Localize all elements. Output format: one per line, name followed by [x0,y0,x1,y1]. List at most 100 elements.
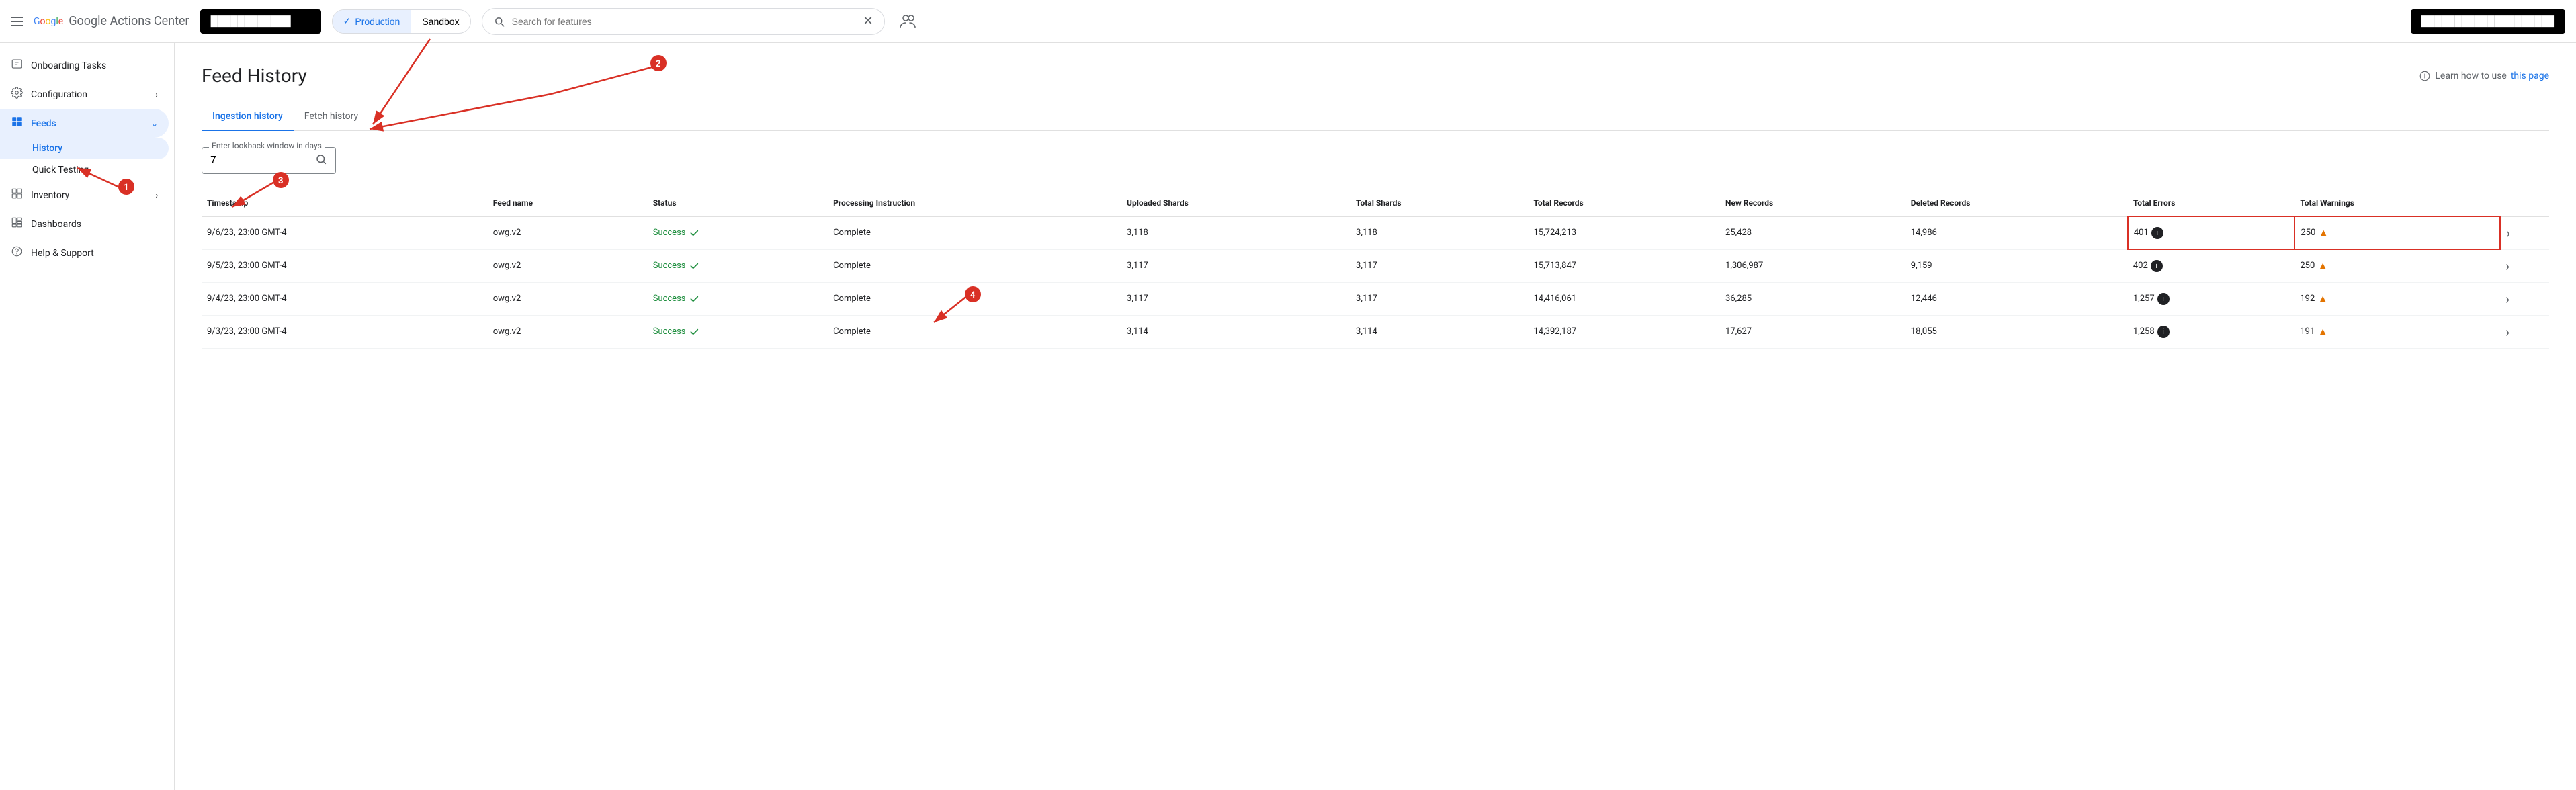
sidebar-section-main: Onboarding Tasks Configuration › Feeds ⌄… [0,48,174,270]
feed-history-table: Timestamp Feed name Status Processing In… [202,190,2549,349]
warning-icon: ▲ [2317,325,2328,339]
lookback-section: Enter lookback window in days [202,147,2549,174]
error-badge: 402 i [2133,260,2163,272]
col-uploaded-shards: Uploaded Shards [1121,190,1350,216]
feeds-label: Feeds [31,118,56,129]
cell-new-records: 25,428 [1720,216,1905,249]
lookback-field: Enter lookback window in days [202,147,336,174]
error-badge: 1,258 i [2133,326,2170,338]
cell-feed-name: owg.v2 [488,249,648,282]
top-nav-right-pill[interactable]: ████████████████████ [2411,9,2565,34]
table-row: 9/3/23, 23:00 GMT-4owg.v2Success Complet… [202,315,2549,348]
table-row: 9/4/23, 23:00 GMT-4owg.v2Success Complet… [202,282,2549,315]
row-nav-arrow[interactable]: › [2506,225,2510,241]
cell-feed-name: owg.v2 [488,315,648,348]
cell-nav[interactable]: › [2500,249,2549,282]
sandbox-btn[interactable]: Sandbox [411,10,470,33]
cell-nav[interactable]: › [2500,216,2549,249]
this-page-link[interactable]: this page [2511,71,2549,81]
table-header-row: Timestamp Feed name Status Processing In… [202,190,2549,216]
cell-total-records: 14,392,187 [1528,315,1720,348]
cell-uploaded-shards: 3,114 [1121,315,1350,348]
col-processing: Processing Instruction [828,190,1121,216]
dashboards-label: Dashboards [31,219,81,230]
cell-status: Success [648,216,828,249]
profile-icon[interactable] [896,9,920,34]
sidebar-item-help[interactable]: Help & Support [0,238,169,267]
project-pill[interactable]: ████████████ [200,9,321,34]
configuration-icon [11,87,23,102]
status-success: Success [653,294,822,304]
warning-icon: ▲ [2318,226,2329,240]
cell-total-warnings: 191 ▲ [2294,315,2500,348]
cell-total-shards: 3,114 [1350,315,1528,348]
cell-processing: Complete [828,216,1121,249]
clear-icon[interactable]: ✕ [863,14,873,28]
main-content: Feed History Learn how to use this page … [175,43,2576,790]
configuration-chevron: › [155,90,158,99]
cell-status: Success [648,315,828,348]
feeds-chevron: ⌄ [151,119,158,128]
cell-total-errors: 1,257 i [2128,282,2295,315]
info-circle-icon [2419,70,2431,82]
search-input[interactable] [512,16,857,27]
cell-new-records: 1,306,987 [1720,249,1905,282]
info-icon: i [2151,227,2163,239]
warning-badge: 250 ▲ [2300,259,2328,273]
row-nav-arrow[interactable]: › [2505,324,2509,340]
cell-timestamp: 9/5/23, 23:00 GMT-4 [202,249,488,282]
search-bar: ✕ [482,8,885,35]
cell-feed-name: owg.v2 [488,282,648,315]
sidebar-item-configuration[interactable]: Configuration › [0,80,169,109]
inventory-label: Inventory [31,190,69,201]
warning-icon: ▲ [2317,259,2328,273]
sidebar-item-feeds[interactable]: Feeds ⌄ [0,109,169,138]
col-total-errors: Total Errors [2128,190,2295,216]
col-new-records: New Records [1720,190,1905,216]
cell-total-records: 14,416,061 [1528,282,1720,315]
info-icon: i [2157,293,2170,305]
table-row: 9/6/23, 23:00 GMT-4owg.v2Success Complet… [202,216,2549,249]
status-success: Success [653,326,822,337]
hamburger-menu[interactable] [11,17,23,26]
error-badge: 401 i [2134,227,2163,239]
cell-total-records: 15,713,847 [1528,249,1720,282]
cell-uploaded-shards: 3,117 [1121,282,1350,315]
search-icon [493,15,505,28]
error-badge: 1,257 i [2133,293,2170,305]
row-nav-arrow[interactable]: › [2505,291,2509,307]
cell-nav[interactable]: › [2500,282,2549,315]
warning-badge: 250 ▲ [2301,226,2329,240]
main-layout: Onboarding Tasks Configuration › Feeds ⌄… [0,43,2576,790]
cell-nav[interactable]: › [2500,315,2549,348]
cell-deleted-records: 18,055 [1905,315,2128,348]
tab-fetch[interactable]: Fetch history [294,103,369,131]
lookback-label: Enter lookback window in days [209,141,325,150]
sidebar-item-onboarding[interactable]: Onboarding Tasks [0,51,169,80]
cell-uploaded-shards: 3,118 [1121,216,1350,249]
sidebar-item-quick-testing[interactable]: Quick Testing [0,159,169,181]
sidebar-item-history[interactable]: History [0,138,169,159]
quick-testing-label: Quick Testing [32,165,89,175]
cell-timestamp: 9/4/23, 23:00 GMT-4 [202,282,488,315]
google-logo: Google [34,16,63,27]
sidebar-item-inventory[interactable]: Inventory › [0,181,169,210]
configuration-label: Configuration [31,89,87,100]
col-total-warnings: Total Warnings [2294,190,2500,216]
sidebar-item-dashboards[interactable]: Dashboards [0,210,169,238]
lookback-input[interactable] [210,155,315,167]
cell-deleted-records: 14,986 [1905,216,2128,249]
status-success: Success [653,228,822,238]
cell-new-records: 36,285 [1720,282,1905,315]
cell-deleted-records: 9,159 [1905,249,2128,282]
cell-new-records: 17,627 [1720,315,1905,348]
cell-timestamp: 9/3/23, 23:00 GMT-4 [202,315,488,348]
history-label: History [32,143,62,154]
warning-icon: ▲ [2317,292,2328,306]
cell-uploaded-shards: 3,117 [1121,249,1350,282]
help-label: Help & Support [31,248,94,259]
lookback-search-btn[interactable] [315,153,327,168]
row-nav-arrow[interactable]: › [2505,258,2509,274]
production-btn[interactable]: ✓ Production [333,10,411,33]
tab-ingestion[interactable]: Ingestion history [202,103,294,131]
